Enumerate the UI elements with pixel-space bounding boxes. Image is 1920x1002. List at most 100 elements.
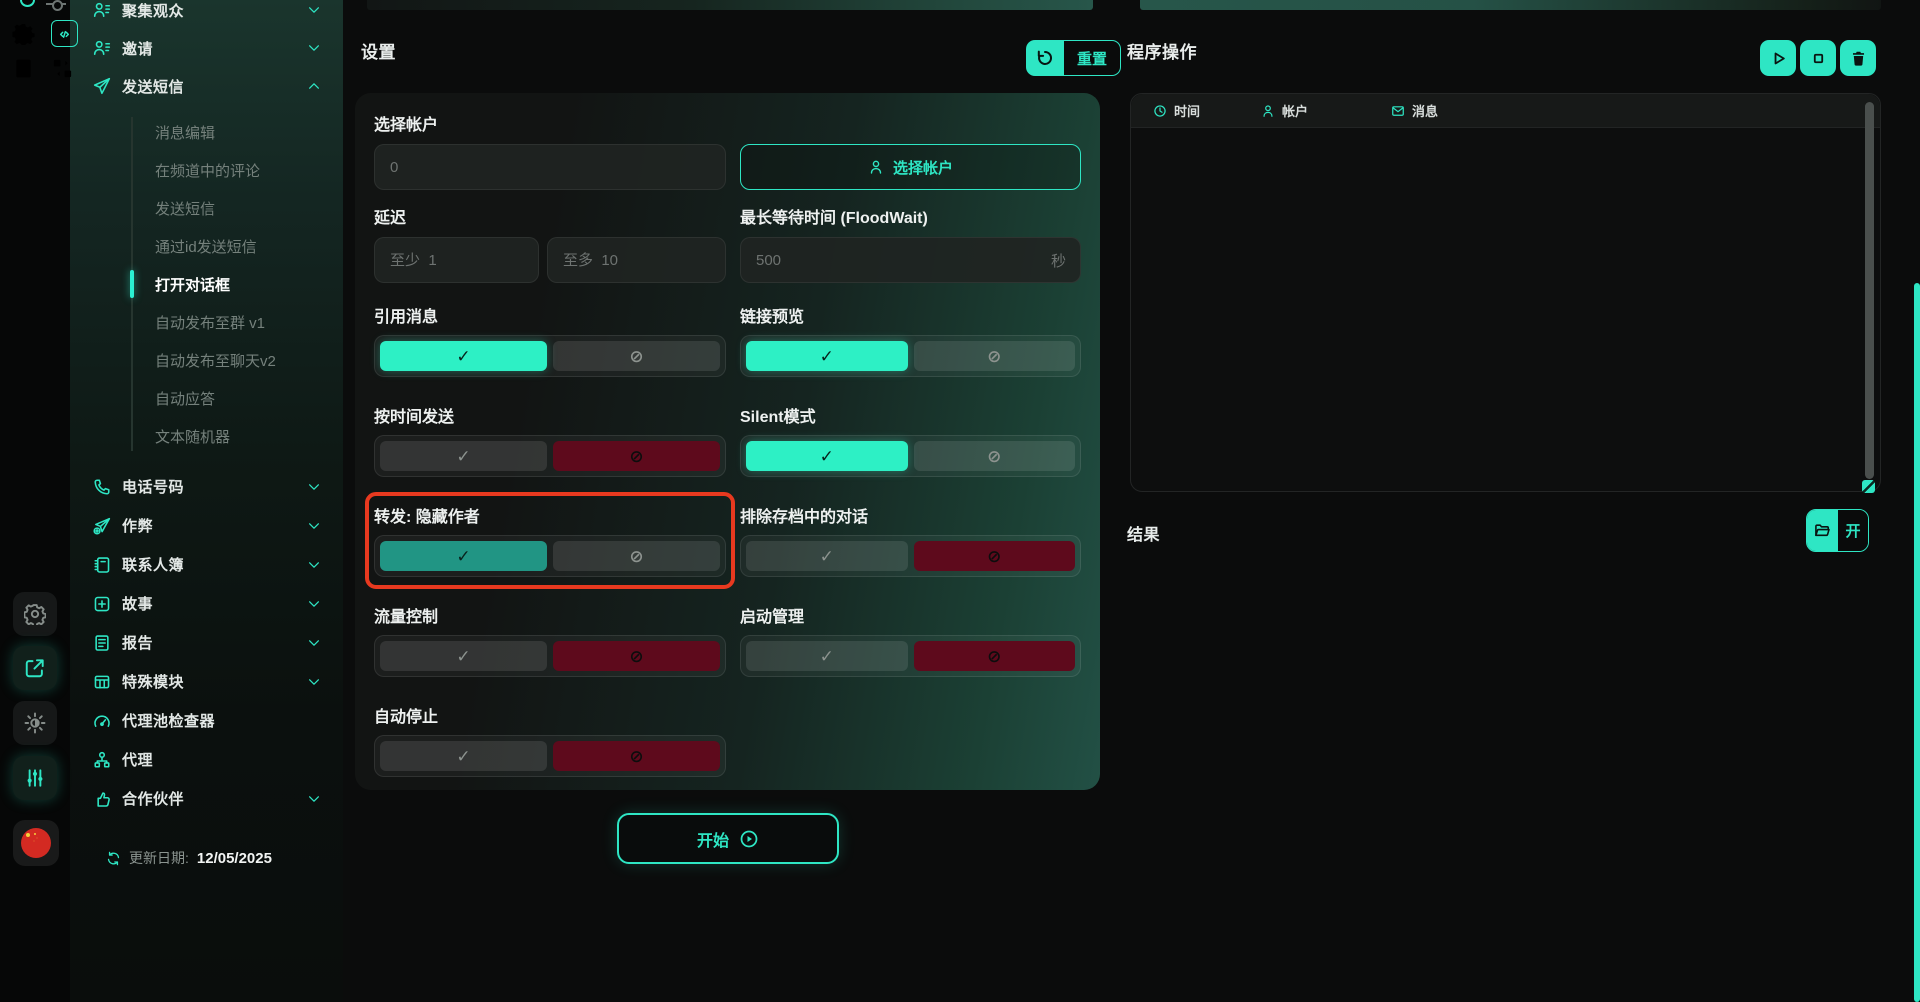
plane-plus-icon — [93, 517, 111, 535]
toggle-no-button[interactable]: ⊘ — [914, 341, 1076, 371]
submenu-item[interactable]: 文本随机器 — [70, 417, 343, 455]
app-window: 聚集观众 邀请 发送短信 消息编辑 在频道中的评论 发送短信 通过id发送短信 … — [0, 0, 1920, 1002]
sidebar-item-sidebar-sections_top-1[interactable]: 邀请 — [70, 29, 343, 67]
sidebar-item-sidebar-sections_bottom-8[interactable]: 合作伙伴 — [70, 779, 343, 818]
toggle-no-button[interactable]: ⊘ — [914, 541, 1076, 571]
toggle-no-button[interactable]: ⊘ — [914, 641, 1076, 671]
toggle-yes-button[interactable]: ✓ — [746, 641, 908, 671]
sidebar-item-sidebar-sections_bottom-6[interactable]: 代理池检查器 — [70, 701, 343, 740]
user-icon — [868, 159, 884, 175]
submenu-item[interactable]: 自动应答 — [70, 379, 343, 417]
reset-button[interactable]: 重置 — [1026, 40, 1121, 76]
sidebar-item-sidebar-sections_bottom-5[interactable]: 特殊模块 — [70, 662, 343, 701]
toggle-label: 转发: 隐藏作者 — [374, 503, 726, 527]
sidebar-item-sidebar-sections_bottom-4[interactable]: 报告 — [70, 623, 343, 662]
swap-icon[interactable] — [51, 57, 74, 80]
account-label: 选择帐户 — [374, 111, 1081, 135]
sidebar-item-sidebar-sections_bottom-2[interactable]: 联系人簿 — [70, 545, 343, 584]
toggle-group: ✓ ⊘ — [374, 635, 726, 677]
run-button[interactable] — [1760, 40, 1796, 76]
submenu-item[interactable]: 消息编辑 — [70, 113, 343, 151]
stop-button[interactable] — [1800, 40, 1836, 76]
settings-card: 选择帐户 选择帐户 延迟 最长等待时间 (FloodWait) 秒 引用消息 — [355, 93, 1100, 790]
external-link-button[interactable] — [13, 646, 57, 690]
seconds-suffix: 秒 — [1051, 250, 1066, 271]
ban-icon: ⊘ — [987, 348, 1001, 365]
toggle-yes-button[interactable]: ✓ — [746, 541, 908, 571]
sliders-button[interactable] — [13, 756, 57, 800]
chevron-down-icon — [307, 792, 321, 806]
thumb-icon — [93, 790, 111, 808]
resize-grip[interactable] — [1862, 480, 1875, 493]
toggle-yes-button[interactable]: ✓ — [380, 541, 547, 571]
partial-slider-icon — [46, 3, 66, 5]
code-window-tab[interactable] — [51, 20, 78, 47]
start-button[interactable]: 开始 — [617, 813, 839, 864]
toggle-yes-button[interactable]: ✓ — [380, 741, 547, 771]
sidebar-item-sidebar-sections_bottom-0[interactable]: 电话号码 — [70, 467, 343, 506]
account-input[interactable] — [374, 144, 726, 190]
top-cutoff-panel-left — [367, 0, 1093, 10]
delay-min-input[interactable] — [374, 237, 539, 283]
submenu-item[interactable]: 在频道中的评论 — [70, 151, 343, 189]
toggle-field: 引用消息 ✓ ⊘ — [374, 303, 726, 377]
page-scrollbar[interactable] — [1914, 283, 1920, 1002]
toggle-field: 启动管理 ✓ ⊘ — [740, 603, 1081, 677]
toggle-group: ✓ ⊘ — [374, 735, 726, 777]
folder-icon — [1807, 510, 1838, 551]
sidebar-item-sidebar-sections_top-2[interactable]: 发送短信 — [70, 67, 343, 105]
toggle-label: 流量控制 — [374, 603, 726, 627]
toggle-no-button[interactable]: ⊘ — [553, 641, 720, 671]
toggle-no-button[interactable]: ⊘ — [553, 741, 720, 771]
submenu-item[interactable]: 自动发布至群 v1 — [70, 303, 343, 341]
delay-max-input[interactable] — [547, 237, 726, 283]
toggle-label: 链接预览 — [740, 303, 1081, 327]
toggle-yes-button[interactable]: ✓ — [380, 341, 547, 371]
settings-gear-button[interactable] — [13, 592, 57, 636]
flag-avatar[interactable] — [13, 820, 59, 866]
toggle-no-button[interactable]: ⊘ — [553, 441, 720, 471]
sidebar-item-sidebar-sections_bottom-7[interactable]: 代理 — [70, 740, 343, 779]
theme-sun-button[interactable] — [13, 701, 57, 745]
submenu-item[interactable]: 发送短信 — [70, 189, 343, 227]
toggle-yes-button[interactable]: ✓ — [746, 441, 908, 471]
submenu-item[interactable]: 通过id发送短信 — [70, 227, 343, 265]
toggle-no-button[interactable]: ⊘ — [553, 341, 720, 371]
sidebar-item-sidebar-sections_bottom-3[interactable]: 故事 — [70, 584, 343, 623]
submenu-item[interactable]: 自动发布至聊天v2 — [70, 341, 343, 379]
chevron-up-icon — [307, 79, 321, 93]
open-results-button[interactable]: 开 — [1806, 509, 1869, 552]
toggle-yes-button[interactable]: ✓ — [380, 441, 547, 471]
column-header-1[interactable]: 帐户 — [1261, 101, 1391, 120]
column-header-2[interactable]: 消息 — [1391, 101, 1438, 120]
floodwait-label: 最长等待时间 (FloodWait) — [740, 204, 1081, 228]
toggle-field: 链接预览 ✓ ⊘ — [740, 303, 1081, 377]
check-icon: ✓ — [456, 548, 470, 565]
table-scrollbar[interactable] — [1865, 102, 1874, 479]
toggle-yes-button[interactable]: ✓ — [746, 341, 908, 371]
column-header-0[interactable]: 时间 — [1153, 101, 1261, 120]
toggle-field: Silent模式 ✓ ⊘ — [740, 403, 1081, 477]
toggle-yes-button[interactable]: ✓ — [380, 641, 547, 671]
check-icon: ✓ — [820, 348, 834, 365]
results-label: 结果 — [1127, 521, 1160, 545]
sidebar-item-sidebar-sections_bottom-1[interactable]: 作弊 — [70, 506, 343, 545]
floodwait-input[interactable] — [740, 237, 1081, 283]
refresh-icon[interactable] — [106, 851, 121, 866]
chevron-down-icon — [307, 558, 321, 572]
bot-gear-icon[interactable] — [12, 22, 35, 45]
toggle-no-button[interactable]: ⊘ — [914, 441, 1076, 471]
select-account-button[interactable]: 选择帐户 — [740, 144, 1081, 190]
toggle-group: ✓ ⊘ — [740, 435, 1081, 477]
toggle-no-button[interactable]: ⊘ — [553, 541, 720, 571]
update-date-label: 更新日期: — [129, 848, 189, 868]
ban-icon: ⊘ — [987, 448, 1001, 465]
clear-button[interactable] — [1840, 40, 1876, 76]
sidebar-item-sidebar-sections_top-0[interactable]: 聚集观众 — [70, 0, 343, 29]
toggle-label: 按时间发送 — [374, 403, 726, 427]
submenu-item[interactable]: 打开对话框 — [70, 265, 343, 303]
users-icon — [93, 1, 111, 19]
doc-check-icon[interactable] — [12, 57, 35, 80]
send-sms-submenu: 消息编辑 在频道中的评论 发送短信 通过id发送短信 打开对话框 自动发布至群 … — [70, 113, 343, 455]
modules-icon — [93, 673, 111, 691]
